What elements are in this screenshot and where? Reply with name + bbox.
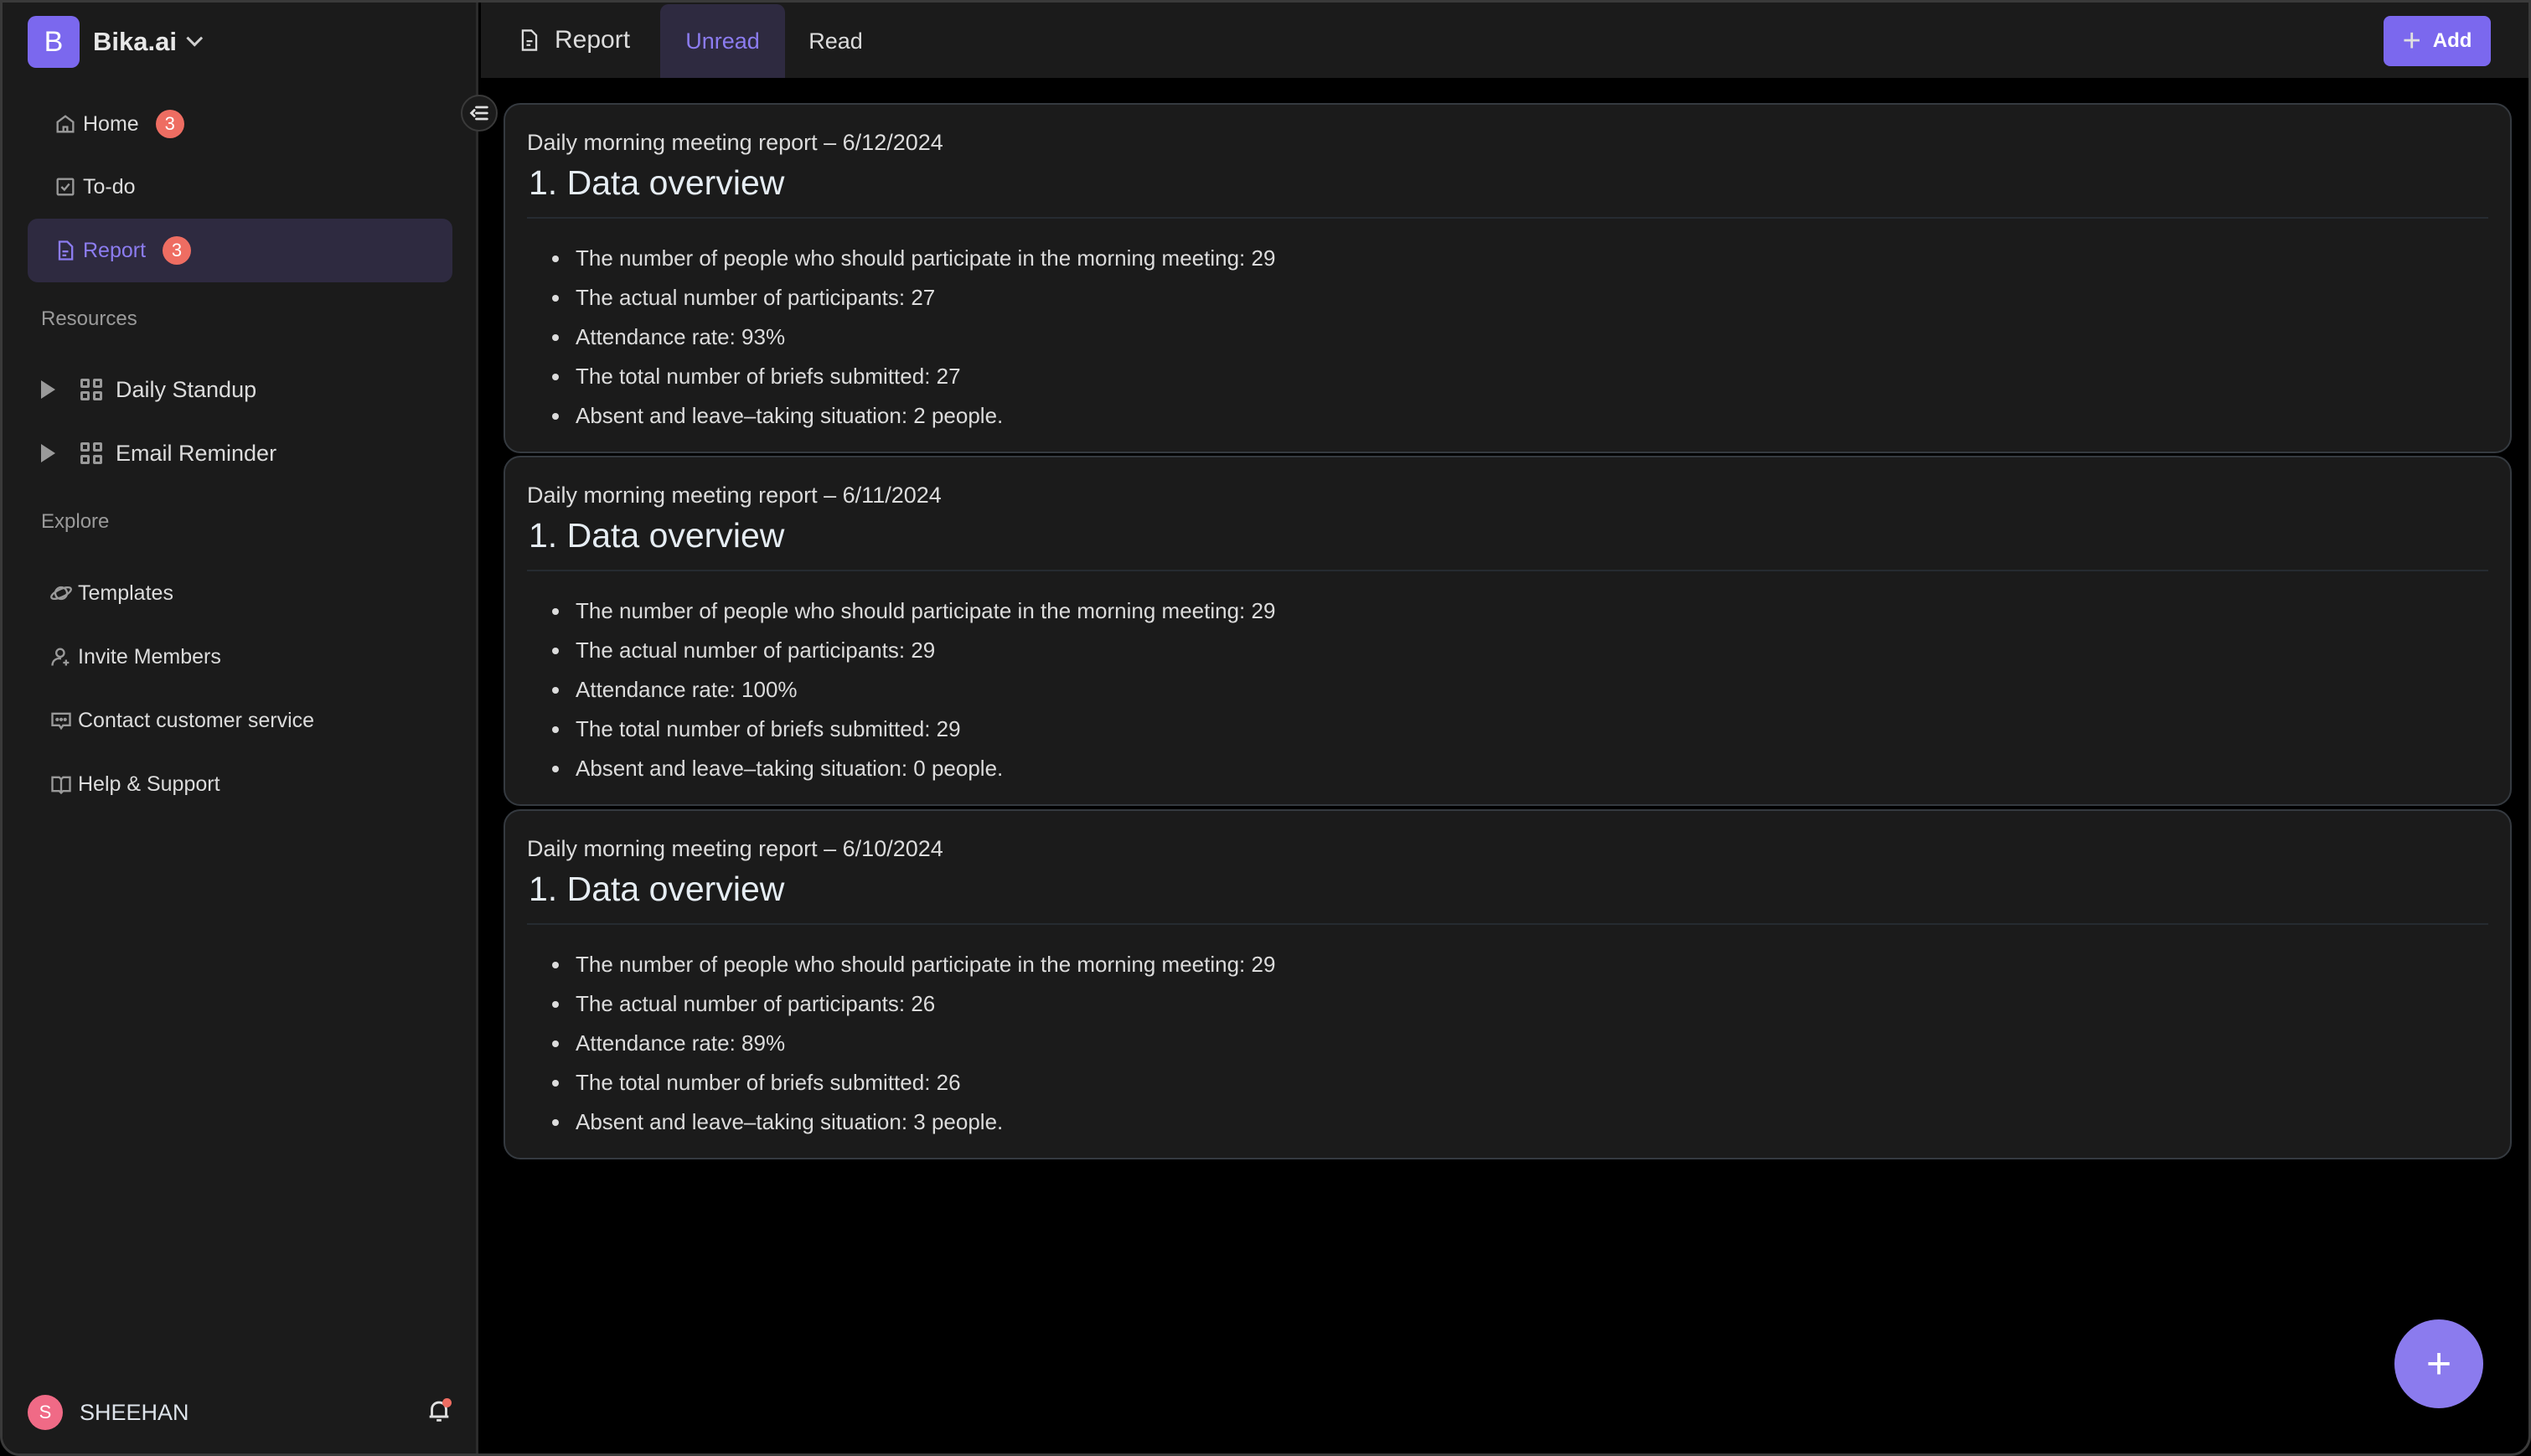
explore-label: Invite Members <box>78 644 221 669</box>
tab-read[interactable]: Read <box>785 4 886 78</box>
document-icon <box>53 238 78 263</box>
report-items: The number of people who should particip… <box>552 591 1275 788</box>
resource-item-daily-standup[interactable]: Daily Standup <box>41 364 256 415</box>
collapse-sidebar-button[interactable] <box>461 95 498 132</box>
report-item: The number of people who should particip… <box>552 591 1275 631</box>
report-item: Attendance rate: 89% <box>552 1024 1275 1063</box>
sidebar-item-report[interactable]: Report 3 <box>28 219 452 282</box>
top-header: Report Unread Read + Add <box>481 3 2528 78</box>
report-card[interactable]: Daily morning meeting report – 6/10/2024… <box>504 809 2512 1159</box>
report-item: The actual number of participants: 26 <box>552 984 1275 1024</box>
report-heading: 1. Data overview <box>529 870 785 908</box>
plus-icon: + <box>2425 1340 2452 1388</box>
sidebar-item-label: Report <box>83 238 147 262</box>
app-window: B Bika.ai Home 3 To-do Report 3 Resource… <box>0 0 2531 1456</box>
page-title: Report <box>518 3 630 78</box>
chat-icon <box>51 712 71 731</box>
book-icon <box>51 776 71 795</box>
page-title-label: Report <box>555 26 631 54</box>
chevron-down-icon <box>186 29 204 47</box>
sidebar: B Bika.ai Home 3 To-do Report 3 Resource… <box>3 3 478 1453</box>
tab-unread[interactable]: Unread <box>660 4 785 78</box>
expand-arrow-icon[interactable] <box>41 444 55 462</box>
divider <box>527 570 2488 571</box>
report-heading: 1. Data overview <box>529 516 785 555</box>
workspace-switcher[interactable]: B Bika.ai <box>28 16 204 68</box>
report-item: The actual number of participants: 29 <box>552 631 1275 670</box>
add-button-label: Add <box>2432 29 2472 52</box>
user-plus-icon <box>51 648 70 666</box>
report-item: The number of people who should particip… <box>552 945 1275 984</box>
home-icon <box>53 111 78 137</box>
report-heading: 1. Data overview <box>529 163 785 202</box>
report-item: Absent and leave–taking situation: 2 peo… <box>552 396 1275 436</box>
report-items: The number of people who should particip… <box>552 239 1275 436</box>
resource-item-email-reminder[interactable]: Email Reminder <box>41 428 276 478</box>
workspace-name: Bika.ai <box>93 27 177 56</box>
workspace-logo: B <box>28 16 80 68</box>
report-item: Attendance rate: 93% <box>552 318 1275 357</box>
divider <box>527 923 2488 925</box>
sidebar-item-label: To-do <box>83 174 136 199</box>
section-label-resources: Resources <box>41 307 137 330</box>
floating-add-button[interactable]: + <box>2394 1319 2483 1408</box>
section-label-explore: Explore <box>41 510 110 533</box>
user-profile[interactable]: S SHEEHAN <box>28 1391 453 1433</box>
notification-button[interactable] <box>425 1397 453 1425</box>
report-item: The total number of briefs submitted: 26 <box>552 1063 1275 1102</box>
checkbox-icon <box>53 174 78 199</box>
avatar: S <box>28 1395 63 1430</box>
add-button[interactable]: + Add <box>2384 16 2491 66</box>
explore-label: Help & Support <box>78 772 220 796</box>
report-card[interactable]: Daily morning meeting report – 6/11/2024… <box>504 456 2512 806</box>
count-badge: 3 <box>155 110 184 138</box>
sidebar-item-todo[interactable]: To-do <box>28 155 452 219</box>
divider <box>527 217 2488 219</box>
report-title: Daily morning meeting report – 6/10/2024 <box>527 836 943 861</box>
explore-label: Contact customer service <box>78 708 315 732</box>
grid-icon <box>80 379 102 400</box>
report-item: The total number of briefs submitted: 27 <box>552 357 1275 396</box>
explore-item-templates[interactable]: Templates <box>49 568 173 618</box>
report-item: The total number of briefs submitted: 29 <box>552 710 1275 749</box>
explore-item-invite-members[interactable]: Invite Members <box>49 632 221 682</box>
planet-icon <box>50 586 72 601</box>
report-item: The number of people who should particip… <box>552 239 1275 278</box>
resource-label: Email Reminder <box>116 440 277 466</box>
report-card[interactable]: Daily morning meeting report – 6/12/2024… <box>504 103 2512 453</box>
report-title: Daily morning meeting report – 6/12/2024 <box>527 130 943 155</box>
grid-icon <box>80 442 102 464</box>
report-item: The actual number of participants: 27 <box>552 278 1275 318</box>
sidebar-item-home[interactable]: Home 3 <box>28 92 452 156</box>
count-badge: 3 <box>163 236 192 265</box>
resource-label: Daily Standup <box>116 376 257 402</box>
report-title: Daily morning meeting report – 6/11/2024 <box>527 483 942 508</box>
document-icon <box>521 29 538 51</box>
report-item: Attendance rate: 100% <box>552 670 1275 710</box>
expand-arrow-icon[interactable] <box>41 380 55 399</box>
notification-dot <box>442 1398 452 1407</box>
plus-icon: + <box>2402 23 2421 59</box>
sidebar-item-label: Home <box>83 111 139 136</box>
collapse-menu-icon <box>469 106 488 121</box>
explore-item-contact-customer-service[interactable]: Contact customer service <box>49 695 314 746</box>
user-name: SHEEHAN <box>80 1399 189 1425</box>
report-item: Absent and leave–taking situation: 0 peo… <box>552 749 1275 788</box>
report-items: The number of people who should particip… <box>552 945 1275 1142</box>
report-item: Absent and leave–taking situation: 3 peo… <box>552 1102 1275 1142</box>
explore-label: Templates <box>78 581 173 605</box>
explore-item-help-support[interactable]: Help & Support <box>49 759 220 809</box>
